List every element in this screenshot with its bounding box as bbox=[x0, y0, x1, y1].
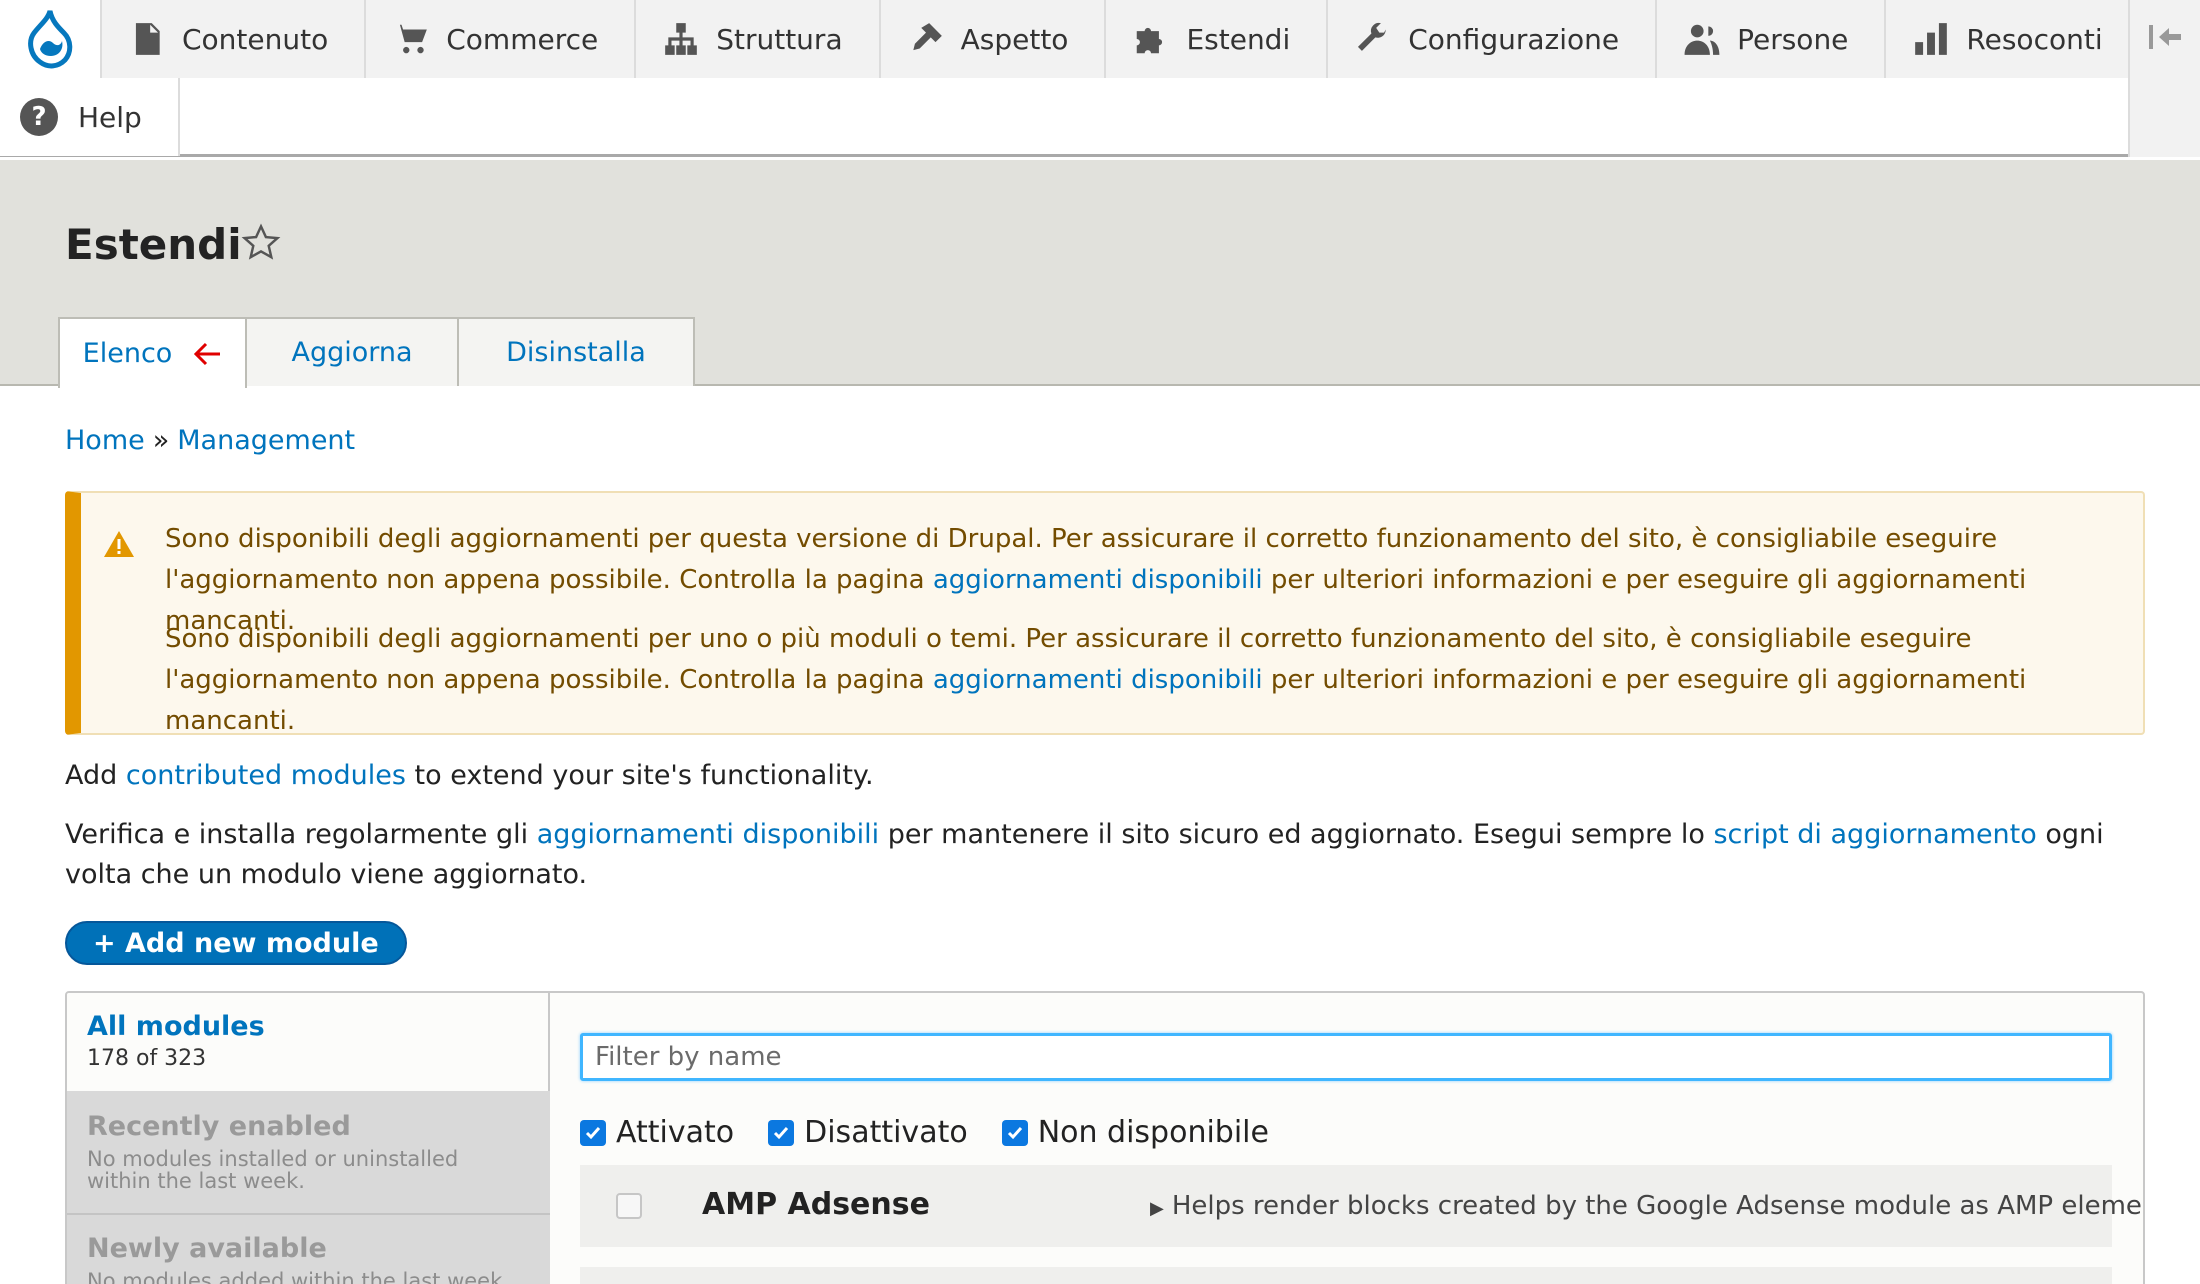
sidebar-item-all-modules[interactable]: All modules 178 of 323 bbox=[67, 993, 550, 1091]
intro-text: Add bbox=[65, 760, 126, 791]
tab-elenco[interactable]: Elenco bbox=[58, 317, 247, 388]
intro-text: Verifica e installa regolarmente gli bbox=[65, 819, 537, 850]
module-description: Helps render blocks created by the Googl… bbox=[1171, 1191, 2145, 1221]
sidebar-item-title: All modules bbox=[87, 1011, 265, 1042]
primary-tabs: Elenco Aggiorna Disinstalla bbox=[58, 317, 695, 388]
toolbar-label: Persone bbox=[1737, 22, 1849, 56]
admin-toolbar: Contenuto Commerce Struttura Aspetto Est… bbox=[0, 0, 2200, 157]
checkbox-checked-icon bbox=[768, 1119, 795, 1146]
breadcrumb: Home» Management bbox=[65, 425, 355, 456]
toolbar-tray: Contenuto Commerce Struttura Aspetto Est… bbox=[0, 0, 2139, 78]
collapse-left-icon bbox=[2149, 25, 2181, 49]
available-updates-link[interactable]: aggiornamenti disponibili bbox=[933, 565, 1263, 595]
toolbar-item-configurazione[interactable]: Configurazione bbox=[1326, 0, 1656, 78]
expand-triangle-icon: ▶ bbox=[1150, 1198, 1164, 1219]
toolbar-orientation-toggle[interactable] bbox=[2128, 0, 2200, 157]
checkbox-label: Non disponibile bbox=[1037, 1115, 1269, 1150]
warning-icon bbox=[104, 531, 134, 557]
puzzle-icon bbox=[1137, 27, 1163, 54]
add-new-module-button[interactable]: + Add new module bbox=[65, 921, 407, 965]
sidebar-item-title: Newly available bbox=[87, 1233, 327, 1264]
modules-panel: All modules 178 of 323 Recently enabled … bbox=[65, 991, 2145, 1284]
sidebar-divider bbox=[67, 1213, 550, 1215]
available-updates-link[interactable]: aggiornamenti disponibili bbox=[537, 819, 879, 850]
toolbar-item-persone[interactable]: Persone bbox=[1655, 0, 1885, 78]
module-description-toggle[interactable]: ▶ Helps render blocks created by the Goog… bbox=[1150, 1191, 2145, 1221]
sidebar-item-desc: No modules added within the last week. bbox=[87, 1269, 509, 1284]
toolbar-label: Aspetto bbox=[960, 22, 1069, 56]
paintbrush-icon bbox=[912, 23, 942, 51]
sidebar-item-recently-enabled[interactable]: Recently enabled No modules installed or… bbox=[67, 1111, 527, 1192]
arrow-left-icon bbox=[194, 342, 221, 365]
breadcrumb-separator: » bbox=[152, 425, 170, 456]
status-filters: Attivato Disattivato Non disponibile bbox=[580, 1115, 1303, 1150]
filter-non-disponibile-checkbox[interactable]: Non disponibile bbox=[1001, 1115, 1269, 1150]
sidebar-item-newly-available[interactable]: Newly available No modules added within … bbox=[67, 1233, 550, 1284]
sidebar-item-title: Recently enabled bbox=[87, 1111, 351, 1142]
drupal-logo-icon bbox=[28, 10, 73, 69]
checkbox-checked-icon bbox=[1001, 1119, 1028, 1146]
sidebar-item-count: 178 of 323 bbox=[87, 1046, 207, 1071]
wrench-icon bbox=[1358, 22, 1386, 51]
contributed-modules-link[interactable]: contributed modules bbox=[126, 760, 406, 791]
tab-aggiorna[interactable]: Aggiorna bbox=[245, 317, 459, 386]
warning-message: Sono disponibili degli aggiornamenti per… bbox=[65, 491, 2145, 736]
toolbar-item-struttura[interactable]: Struttura bbox=[634, 0, 879, 78]
sitemap-icon bbox=[665, 23, 698, 55]
toolbar-label: Commerce bbox=[446, 22, 599, 56]
checkbox-label: Disattivato bbox=[804, 1115, 968, 1150]
favorite-star-icon[interactable] bbox=[240, 222, 282, 264]
intro-text: to extend your site's functionality. bbox=[405, 760, 874, 791]
tab-label: Elenco bbox=[82, 338, 173, 369]
toolbar-label: Configurazione bbox=[1408, 22, 1620, 56]
module-row bbox=[580, 1267, 2112, 1284]
module-name: AMP Adsense bbox=[702, 1187, 930, 1222]
toolbar-label: Help bbox=[78, 100, 142, 134]
cart-icon bbox=[393, 24, 428, 54]
tab-disinstalla[interactable]: Disinstalla bbox=[457, 317, 695, 386]
bar-chart-icon bbox=[1915, 23, 1948, 55]
warning-text-modules: Sono disponibili degli aggiornamenti per… bbox=[165, 619, 2145, 742]
sidebar-item-desc: No modules installed or uninstalled with… bbox=[87, 1147, 459, 1193]
checkbox-checked-icon bbox=[580, 1119, 606, 1146]
drupal-home-button[interactable] bbox=[0, 0, 100, 78]
toolbar-label: Contenuto bbox=[182, 22, 329, 56]
filter-attivato-checkbox[interactable]: Attivato bbox=[580, 1115, 734, 1150]
filter-disattivato-checkbox[interactable]: Disattivato bbox=[768, 1115, 968, 1150]
breadcrumb-management[interactable]: Management bbox=[177, 425, 355, 456]
toolbar-item-help[interactable]: ? Help bbox=[0, 78, 180, 156]
toolbar-item-contenuto[interactable]: Contenuto bbox=[100, 0, 365, 78]
filter-by-name-input[interactable] bbox=[580, 1033, 2112, 1081]
toolbar-secondary-row: ? Help bbox=[0, 78, 180, 156]
update-script-link[interactable]: script di aggiornamento bbox=[1713, 819, 2036, 850]
toolbar-label: Resoconti bbox=[1966, 22, 2103, 56]
intro-text: per mantenere il sito sicuro ed aggiorna… bbox=[879, 819, 1714, 850]
tab-label: Disinstalla bbox=[506, 337, 646, 368]
module-enable-checkbox[interactable] bbox=[616, 1193, 642, 1219]
breadcrumb-home[interactable]: Home bbox=[65, 425, 145, 456]
toolbar-item-aspetto[interactable]: Aspetto bbox=[878, 0, 1105, 78]
checkbox-label: Attivato bbox=[616, 1115, 735, 1150]
intro-paragraph: Add contributed modules to extend your s… bbox=[65, 756, 2155, 796]
toolbar-item-estendi[interactable]: Estendi bbox=[1104, 0, 1327, 78]
modules-sidebar: All modules 178 of 323 Recently enabled … bbox=[67, 993, 550, 1284]
module-row: AMP Adsense ▶ Helps render blocks created… bbox=[580, 1165, 2143, 1247]
toolbar-label: Struttura bbox=[716, 22, 843, 56]
toolbar-item-commerce[interactable]: Commerce bbox=[364, 0, 635, 78]
page-header: Estendi Elenco Aggiorna Disinstalla bbox=[0, 160, 2200, 388]
file-icon bbox=[135, 23, 160, 55]
toolbar-label: Estendi bbox=[1186, 22, 1291, 56]
available-updates-link[interactable]: aggiornamenti disponibili bbox=[933, 665, 1263, 695]
help-icon: ? bbox=[20, 98, 58, 136]
toolbar-item-resoconti[interactable]: Resoconti bbox=[1884, 0, 2139, 78]
people-icon bbox=[1684, 24, 1720, 55]
tab-label: Aggiorna bbox=[291, 337, 413, 368]
page-title: Estendi bbox=[65, 220, 242, 269]
update-paragraph: Verifica e installa regolarmente gli agg… bbox=[65, 815, 2155, 895]
